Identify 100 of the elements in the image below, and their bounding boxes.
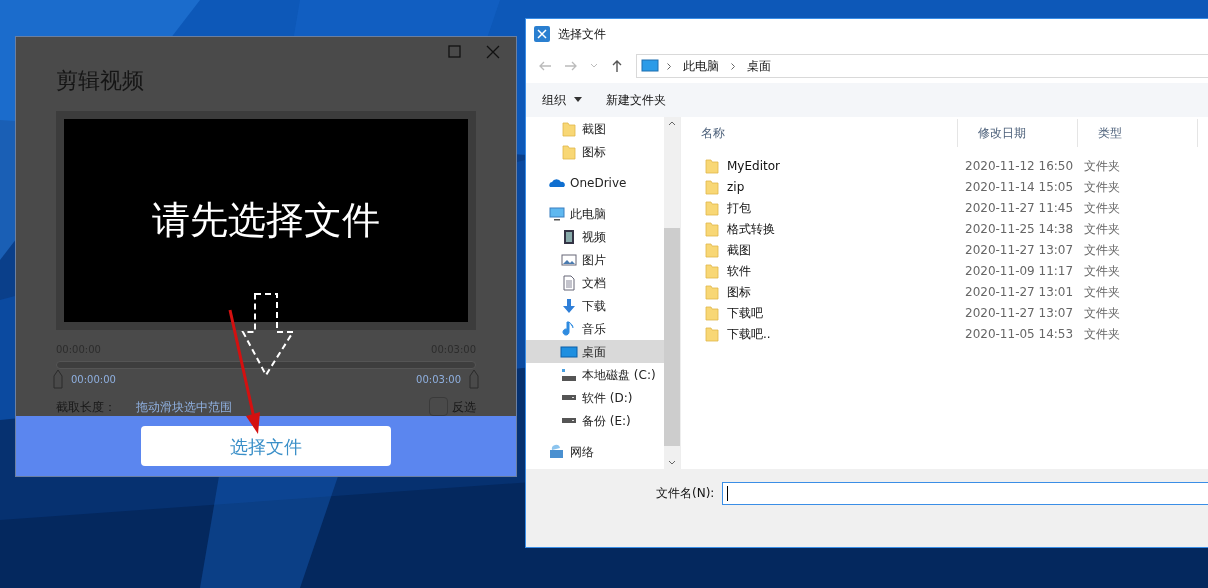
file-row[interactable]: 软件 2020-11-09 11:17 文件夹 — [681, 260, 1208, 281]
file-name: MyEditor — [727, 157, 780, 175]
folder-icon — [705, 199, 719, 216]
clip-length-hint: 拖动滑块选中范围 — [136, 398, 232, 416]
nav-item[interactable]: 桌面 — [526, 340, 664, 363]
nav-item-label: 文档 — [582, 274, 606, 292]
folder-icon — [705, 241, 719, 258]
folder-icon — [705, 283, 719, 300]
drive-icon — [560, 366, 578, 383]
folder-icon — [560, 120, 578, 137]
nav-item-label: 桌面 — [582, 343, 606, 361]
monitor-icon — [548, 205, 566, 222]
file-name: 格式转换 — [727, 220, 775, 238]
file-row[interactable]: 截图 2020-11-27 13:07 文件夹 — [681, 239, 1208, 260]
nav-item-label: 下载 — [582, 297, 606, 315]
scrollbar[interactable] — [664, 117, 680, 469]
nav-item-label: 网络 — [570, 443, 594, 461]
close-icon[interactable] — [486, 45, 500, 59]
organize-menu[interactable]: 组织 — [542, 91, 582, 109]
nav-item[interactable]: 图标 — [526, 140, 664, 163]
chevron-down-icon[interactable] — [590, 62, 598, 70]
column-header[interactable]: 类型 — [1078, 119, 1198, 147]
back-arrow-icon[interactable] — [538, 59, 552, 73]
column-header[interactable]: 修改日期 — [958, 119, 1078, 147]
start-handle-time: 00:00:00 — [71, 372, 116, 387]
breadcrumb-item[interactable]: 此电脑 — [679, 57, 723, 75]
up-arrow-icon[interactable] — [610, 59, 624, 73]
nav-item-label: 图标 — [582, 143, 606, 161]
nav-item-label: 图片 — [582, 251, 606, 269]
nav-item[interactable]: OneDrive — [526, 171, 664, 194]
slider-handle[interactable] — [469, 369, 479, 389]
folder-icon — [705, 262, 719, 279]
file-name: 截图 — [727, 241, 751, 259]
download-icon — [560, 297, 578, 314]
nav-item-label: 音乐 — [582, 320, 606, 338]
folder-icon — [705, 178, 719, 195]
drive-icon — [562, 418, 576, 423]
nav-item-label: 视频 — [582, 228, 606, 246]
file-date: 2020-11-27 13:01 — [964, 283, 1075, 301]
invert-checkbox[interactable] — [429, 397, 448, 416]
nav-item[interactable]: 下载 — [526, 294, 664, 317]
nav-item[interactable]: 音乐 — [526, 317, 664, 340]
nav-item[interactable]: 文档 — [526, 271, 664, 294]
scroll-up-icon[interactable] — [668, 121, 676, 126]
column-header[interactable]: 名称 — [681, 119, 958, 147]
file-row[interactable]: zip 2020-11-14 15:05 文件夹 — [681, 176, 1208, 197]
nav-item[interactable]: 图片 — [526, 248, 664, 271]
nav-item[interactable]: 备份 (E:) — [526, 409, 664, 432]
scroll-down-icon[interactable] — [668, 460, 676, 465]
file-row[interactable]: 图标 2020-11-27 13:01 文件夹 — [681, 281, 1208, 302]
file-type: 文件夹 — [1083, 283, 1121, 301]
dashed-arrow-icon — [240, 293, 296, 377]
dialog-title: 选择文件 — [558, 26, 606, 43]
file-row[interactable]: 下载吧 2020-11-27 13:07 文件夹 — [681, 302, 1208, 323]
slider-handle[interactable] — [53, 369, 63, 389]
file-type: 文件夹 — [1083, 199, 1121, 217]
chevron-right-icon — [731, 62, 735, 70]
maximize-icon[interactable] — [448, 45, 462, 59]
file-date: 2020-11-27 13:07 — [964, 241, 1075, 259]
caret-icon — [574, 97, 582, 103]
file-date: 2020-11-05 14:53 — [964, 325, 1075, 343]
nav-item[interactable]: 视频 — [526, 225, 664, 248]
picture-icon — [560, 251, 578, 268]
address-bar[interactable]: 此电脑 桌面 — [636, 54, 1208, 78]
file-row[interactable]: 打包 2020-11-27 11:45 文件夹 — [681, 197, 1208, 218]
file-row[interactable]: MyEditor 2020-11-12 16:50 文件夹 — [681, 155, 1208, 176]
drive-icon — [562, 395, 576, 400]
nav-item-label: 本地磁盘 (C:) — [582, 366, 656, 384]
select-file-button[interactable]: 选择文件 — [141, 426, 391, 466]
file-date: 2020-11-12 16:50 — [964, 157, 1075, 175]
file-name: 打包 — [727, 199, 751, 217]
file-type: 文件夹 — [1083, 325, 1121, 343]
file-name: 图标 — [727, 283, 751, 301]
app-icon — [534, 26, 550, 42]
end-handle-time: 00:03:00 — [416, 372, 461, 387]
file-name-label: 文件名(N): — [656, 485, 715, 502]
file-date: 2020-11-27 13:07 — [964, 304, 1075, 322]
monitor-icon — [641, 59, 659, 73]
file-row[interactable]: 格式转换 2020-11-25 14:38 文件夹 — [681, 218, 1208, 239]
file-type: 文件夹 — [1083, 241, 1121, 259]
nav-item[interactable]: 网络 — [526, 440, 664, 463]
breadcrumb-item[interactable]: 桌面 — [743, 57, 775, 75]
nav-item[interactable]: 截图 — [526, 117, 664, 140]
nav-item[interactable]: 本地磁盘 (C:) — [526, 363, 664, 386]
nav-item-label: 备份 (E:) — [582, 412, 631, 430]
file-row[interactable]: 下载吧.. 2020-11-05 14:53 文件夹 — [681, 323, 1208, 344]
file-date: 2020-11-27 11:45 — [964, 199, 1075, 217]
folder-icon — [705, 157, 719, 174]
nav-item[interactable]: 此电脑 — [526, 202, 664, 225]
nav-item[interactable]: 软件 (D:) — [526, 386, 664, 409]
preview-message: 请先选择文件 — [152, 197, 380, 244]
folder-icon — [705, 220, 719, 237]
timeline-track[interactable] — [56, 361, 476, 369]
file-date: 2020-11-25 14:38 — [964, 220, 1075, 238]
file-name: 下载吧.. — [727, 325, 771, 343]
file-name-field[interactable] — [722, 482, 1208, 505]
file-type: 文件夹 — [1083, 262, 1121, 280]
forward-arrow-icon[interactable] — [564, 59, 578, 73]
file-name: 下载吧 — [727, 304, 763, 322]
new-folder-button[interactable]: 新建文件夹 — [606, 91, 666, 109]
